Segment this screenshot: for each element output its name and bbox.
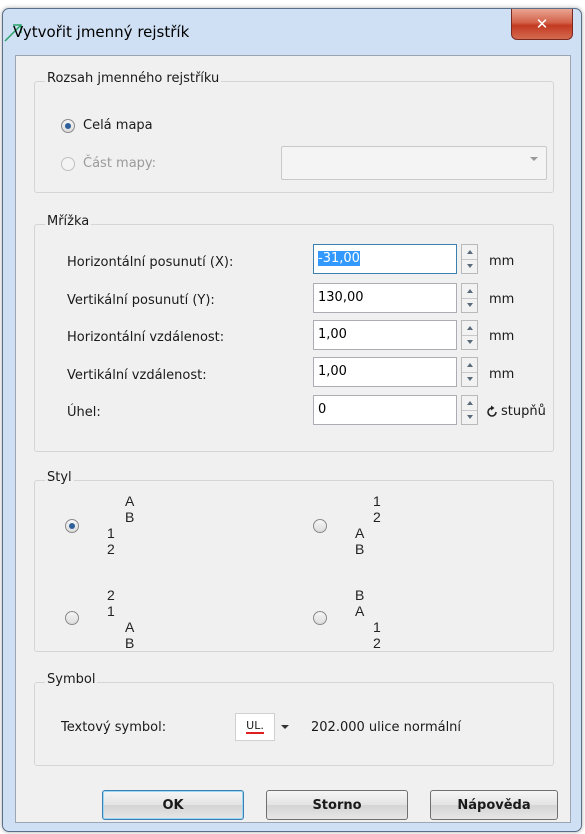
style-group-legend: Styl [45,470,74,485]
spacing-x-spinner[interactable] [461,320,478,350]
chevron-down-icon [530,157,538,161]
spacing-x-label: Horizontální vzdálenost: [67,330,225,345]
style-sample-4-bot: 1 2 [373,619,381,651]
style-sample-1: A B 1 2 [83,493,143,557]
offset-x-value: -31,00 [318,251,360,266]
radio-part-map[interactable] [61,157,75,171]
grid-group-legend: Mřížka [45,214,92,229]
style-sample-4: B A 1 2 [331,587,391,651]
spacing-y-unit: mm [489,367,515,382]
offset-y-label: Vertikální posunutí (Y): [67,293,215,308]
style-sample-2: 1 2 A B [331,493,391,557]
style-radio-3[interactable] [65,611,79,625]
symbol-dropdown-arrow-icon[interactable] [281,725,289,729]
range-group: Rozsah jmenného rejstříku Celá mapa Část… [34,71,554,193]
style-sample-3: 2 1 A B [83,587,143,651]
radio-whole-map-label: Celá mapa [83,118,153,133]
style-sample-3-top: 2 [107,587,115,603]
spacing-x-unit: mm [489,329,515,344]
style-sample-2-mid: A [355,525,365,541]
offset-x-label: Horizontální posunutí (X): [67,255,234,270]
ok-button[interactable]: OK [102,790,244,820]
range-group-legend: Rozsah jmenného rejstříku [45,71,222,86]
radio-whole-map[interactable] [61,119,75,133]
close-button[interactable]: ✕ [511,9,573,40]
style-group: Styl A B 1 2 1 2 A B 2 1 A B B A 1 2 [34,470,554,652]
text-symbol-label: Textový symbol: [61,720,167,735]
style-sample-3-mid: 1 [107,603,115,619]
offset-x-spinner[interactable] [461,244,478,274]
symbol-group-legend: Symbol [45,672,98,687]
symbol-group: Symbol Textový symbol: UL. 202.000 ulice… [34,672,554,766]
rotate-icon [487,405,497,417]
style-radio-4[interactable] [313,611,327,625]
offset-y-input[interactable]: 130,00 [313,283,457,313]
text-symbol-picker[interactable]: UL. [235,713,275,741]
angle-unit: stupňů [501,404,546,419]
spacing-y-spinner[interactable] [461,357,478,387]
style-sample-1-mid: 1 [107,525,115,541]
angle-input[interactable]: 0 [313,395,457,425]
style-sample-2-top: 1 2 [373,493,381,525]
text-symbol-swatch: UL. [246,719,264,734]
spacing-x-input[interactable]: 1,00 [313,320,457,350]
style-sample-1-bot: 2 [107,541,115,557]
dialog-title: Vytvořit jmenný rejstřík [13,23,190,41]
text-symbol-name: 202.000 ulice normální [311,720,462,735]
style-radio-1[interactable] [65,519,79,533]
style-sample-4-top: B [355,587,365,603]
spacing-y-input[interactable]: 1,00 [313,357,457,387]
style-sample-2-bot: B [355,541,365,557]
offset-y-unit: mm [489,292,515,307]
cancel-button[interactable]: Storno [266,790,408,820]
offset-y-spinner[interactable] [461,283,478,313]
dialog-client-area: Rozsah jmenného rejstříku Celá mapa Část… [15,55,571,823]
offset-x-input[interactable]: -31,00 [313,244,457,274]
grid-group: Mřížka Horizontální posunutí (X): -31,00… [34,214,554,452]
radio-part-map-label: Část mapy: [83,156,157,171]
help-button[interactable]: Nápověda [430,790,558,820]
close-icon: ✕ [535,15,549,33]
angle-spinner[interactable] [461,395,478,425]
style-sample-4-mid: A [355,603,365,619]
style-sample-1-top: A B [125,493,135,525]
dialog-window: Vytvořit jmenný rejstřík ✕ Rozsah jmenné… [2,8,582,832]
spacing-y-label: Vertikální vzdálenost: [67,368,207,383]
part-map-dropdown[interactable] [281,146,547,180]
style-radio-2[interactable] [313,519,327,533]
angle-label: Úhel: [67,405,101,420]
style-sample-3-bot: A B [125,619,135,651]
offset-x-unit: mm [489,254,515,269]
